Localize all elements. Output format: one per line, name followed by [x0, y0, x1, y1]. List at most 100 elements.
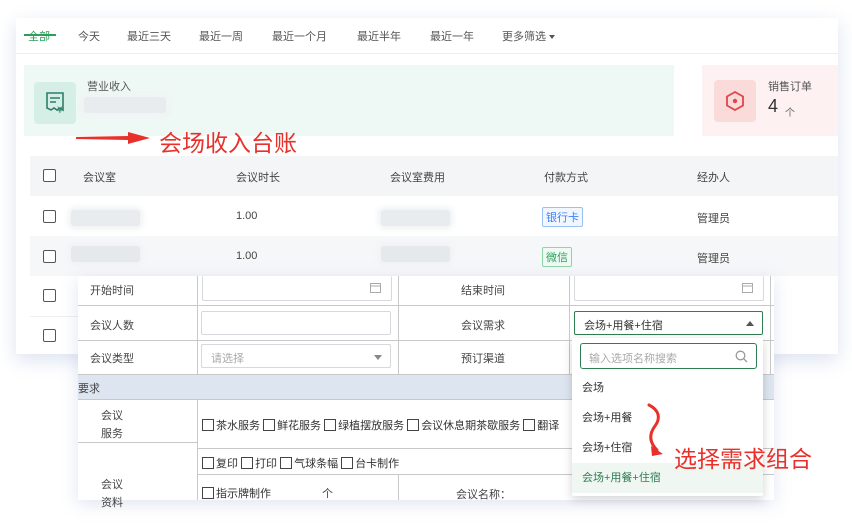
- service-plants[interactable]: 绿植摆放服务: [324, 419, 404, 432]
- checkbox[interactable]: [341, 457, 354, 469]
- table-header: 会议室 会议时长 会议室费用 付款方式 经办人: [30, 156, 838, 196]
- service-translation[interactable]: 翻译: [523, 419, 559, 432]
- checkbox[interactable]: [202, 419, 214, 431]
- material-copy[interactable]: 复印: [202, 457, 238, 470]
- search-icon: [735, 350, 748, 363]
- hexagon-icon: [714, 80, 756, 122]
- table-row: 1.00 银行卡 管理员: [30, 196, 838, 236]
- orders-value: 4: [768, 96, 779, 116]
- service-tea[interactable]: 茶水服务: [202, 419, 260, 432]
- select-all-checkbox[interactable]: [43, 169, 56, 182]
- checkbox[interactable]: [407, 419, 420, 431]
- tab-last-month[interactable]: 最近一个月: [272, 28, 327, 44]
- type-label: 会议类型: [90, 353, 134, 365]
- table-row: 1.00 微信 管理员: [30, 236, 838, 276]
- attendees-label: 会议人数: [90, 320, 134, 332]
- dropdown-search-input[interactable]: 输入选项名称搜索: [580, 343, 757, 369]
- service-label-1: 会议: [101, 410, 123, 422]
- caret-up-icon: [746, 321, 754, 326]
- row-checkbox[interactable]: [43, 210, 56, 223]
- caret-down-icon: [549, 35, 555, 40]
- active-tab-indicator: [24, 34, 56, 36]
- checkbox[interactable]: [280, 457, 293, 469]
- header-duration: 会议时长: [236, 172, 280, 184]
- orders-card: 销售订单 4 个: [702, 65, 838, 136]
- type-select[interactable]: 请选择: [201, 344, 391, 368]
- checkbox[interactable]: [241, 457, 254, 469]
- material-signage[interactable]: 指示牌制作: [202, 485, 271, 501]
- checkbox[interactable]: [324, 419, 337, 431]
- service-break[interactable]: 会议休息期茶歇服务: [407, 419, 520, 432]
- calendar-icon: [742, 283, 753, 293]
- revenue-card: ¥ 营业收入: [24, 65, 674, 136]
- room-fee-redacted: [381, 210, 450, 226]
- needs-value: 会场+用餐+住宿: [584, 320, 663, 332]
- row-handler: 管理员: [697, 213, 730, 225]
- section-label: 要求: [78, 383, 100, 395]
- service-flowers[interactable]: 鲜花服务: [263, 419, 321, 432]
- tab-last-week[interactable]: 最近一周: [199, 28, 243, 44]
- dropdown-option[interactable]: 会场: [572, 373, 763, 403]
- filter-tabs: 全部 今天 最近三天 最近一周 最近一个月 最近半年 最近一年 更多筛选: [16, 18, 838, 54]
- materials-label-1: 会议: [101, 479, 123, 491]
- start-time-label: 开始时间: [90, 285, 134, 297]
- checkbox[interactable]: [523, 419, 536, 431]
- row-checkbox[interactable]: [43, 329, 56, 342]
- material-print[interactable]: 打印: [241, 457, 277, 470]
- calendar-icon: [370, 283, 381, 293]
- payment-tag: 微信: [542, 247, 572, 267]
- material-balloon[interactable]: 气球条幅: [280, 457, 338, 470]
- unit-ge: 个: [322, 488, 333, 500]
- attendees-input[interactable]: [201, 311, 391, 335]
- meeting-name-label: 会议名称：: [456, 489, 511, 501]
- annotation-ledger: 会场收入台账: [159, 130, 297, 156]
- annotation-choose: 选择需求组合: [674, 446, 812, 472]
- orders-unit: 个: [785, 108, 795, 119]
- needs-select[interactable]: 会场+用餐+住宿: [574, 311, 763, 335]
- checkbox[interactable]: [263, 419, 276, 431]
- row-divider: [30, 316, 78, 317]
- end-time-label: 结束时间: [461, 285, 505, 297]
- row-duration: 1.00: [236, 250, 258, 262]
- materials-options: 复印 打印 气球条幅 台卡制作: [202, 455, 399, 471]
- start-time-input[interactable]: [202, 276, 392, 301]
- svg-text:¥: ¥: [57, 106, 63, 116]
- row-duration: 1.00: [236, 210, 258, 222]
- services-options: 茶水服务 鲜花服务 绿植摆放服务 会议休息期茶歇服务 翻译: [202, 417, 559, 433]
- curved-arrow-icon: [647, 403, 663, 456]
- tab-all[interactable]: 全部: [28, 28, 50, 44]
- caret-down-icon: [374, 355, 382, 360]
- material-table-card[interactable]: 台卡制作: [341, 457, 399, 470]
- more-filters-label: 更多筛选: [502, 31, 546, 43]
- end-time-input[interactable]: [574, 276, 764, 301]
- tab-more-filters[interactable]: 更多筛选: [502, 28, 555, 44]
- checkbox[interactable]: [202, 457, 214, 469]
- arrow-right-icon: [76, 132, 150, 144]
- payment-tag: 银行卡: [542, 207, 583, 227]
- room-fee-redacted: [381, 246, 450, 262]
- type-placeholder: 请选择: [211, 353, 244, 365]
- header-payment: 付款方式: [544, 172, 588, 184]
- needs-label: 会议需求: [461, 320, 505, 332]
- room-name-redacted: [71, 210, 140, 226]
- tab-last-year[interactable]: 最近一年: [430, 28, 474, 44]
- channel-label: 预订渠道: [461, 353, 505, 365]
- tab-today[interactable]: 今天: [78, 28, 100, 44]
- receipt-icon: ¥: [34, 82, 76, 124]
- revenue-value-redacted: [84, 97, 166, 113]
- tab-last-half-year[interactable]: 最近半年: [357, 28, 401, 44]
- revenue-label: 营业收入: [87, 81, 131, 93]
- row-handler: 管理员: [697, 253, 730, 265]
- row-checkbox[interactable]: [43, 250, 56, 263]
- materials-label-2: 资料: [101, 497, 123, 509]
- orders-label: 销售订单: [768, 81, 812, 93]
- header-room-fee: 会议室费用: [390, 172, 445, 184]
- checkbox[interactable]: [202, 487, 214, 499]
- header-room: 会议室: [83, 172, 116, 184]
- header-handler: 经办人: [697, 172, 730, 184]
- row-checkbox[interactable]: [43, 289, 56, 302]
- tab-last-three-days[interactable]: 最近三天: [127, 28, 171, 44]
- search-placeholder: 输入选项名称搜索: [589, 353, 677, 365]
- room-name-redacted: [71, 246, 140, 262]
- service-label-2: 服务: [101, 428, 123, 440]
